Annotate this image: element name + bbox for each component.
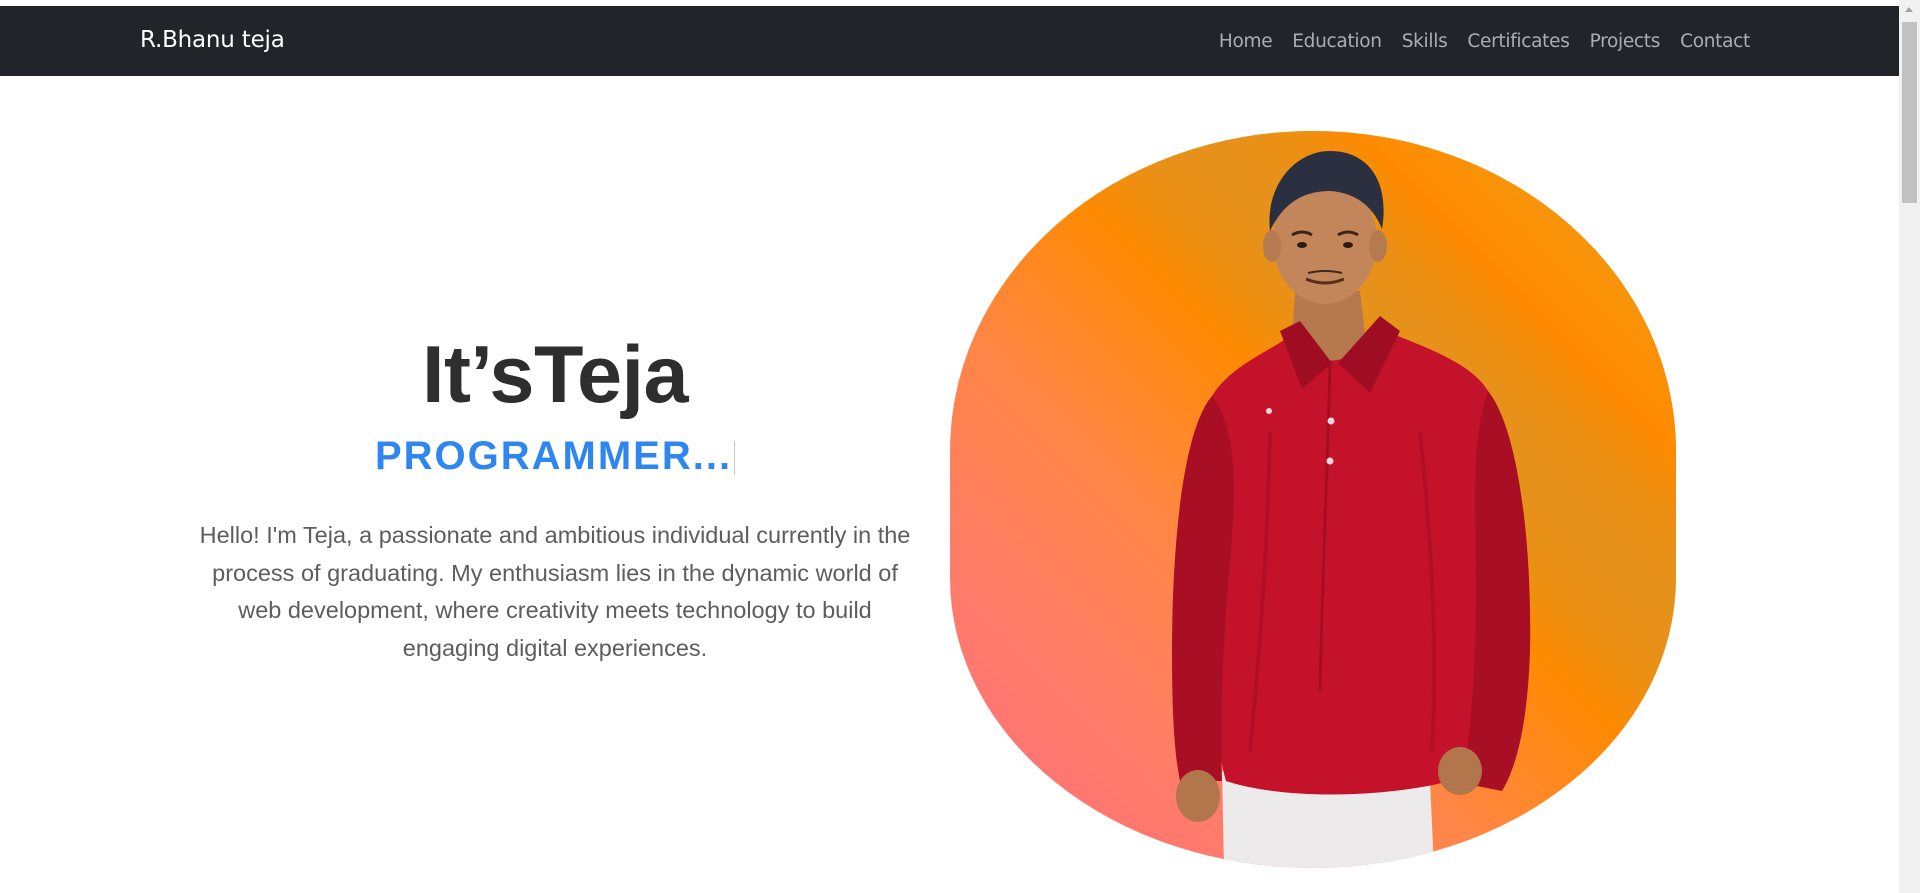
person-illustration <box>1172 151 1531 868</box>
scrollbar[interactable] <box>1899 0 1920 893</box>
typing-cursor <box>734 441 736 476</box>
nav-links: Home Education Skills Certificates Proje… <box>1219 31 1750 52</box>
hero-role-text: PROGRAMMER... <box>374 434 733 478</box>
hero-intro: It’sTeja PROGRAMMER... Hello! I'm Teja, … <box>190 330 920 667</box>
hero-description: Hello! I'm Teja, a passionate and ambiti… <box>199 522 911 661</box>
navbar: R.Bhanu teja Home Education Skills Certi… <box>0 6 1899 76</box>
hero-role: PROGRAMMER... <box>190 431 920 481</box>
nav-link-projects[interactable]: Projects <box>1590 31 1661 52</box>
nav-link-contact[interactable]: Contact <box>1680 31 1750 52</box>
nav-link-skills[interactable]: Skills <box>1402 31 1448 52</box>
nav-link-home[interactable]: Home <box>1219 31 1273 52</box>
nav-link-certificates[interactable]: Certificates <box>1467 31 1569 52</box>
page: R.Bhanu teja Home Education Skills Certi… <box>0 0 1920 893</box>
scroll-up-arrow-icon[interactable] <box>1905 7 1913 12</box>
brand-link[interactable]: R.Bhanu teja <box>140 27 285 53</box>
profile-photo <box>950 131 1676 868</box>
scroll-thumb[interactable] <box>1902 22 1917 203</box>
nav-link-education[interactable]: Education <box>1292 31 1382 52</box>
hero-title: It’sTeja <box>421 330 689 420</box>
